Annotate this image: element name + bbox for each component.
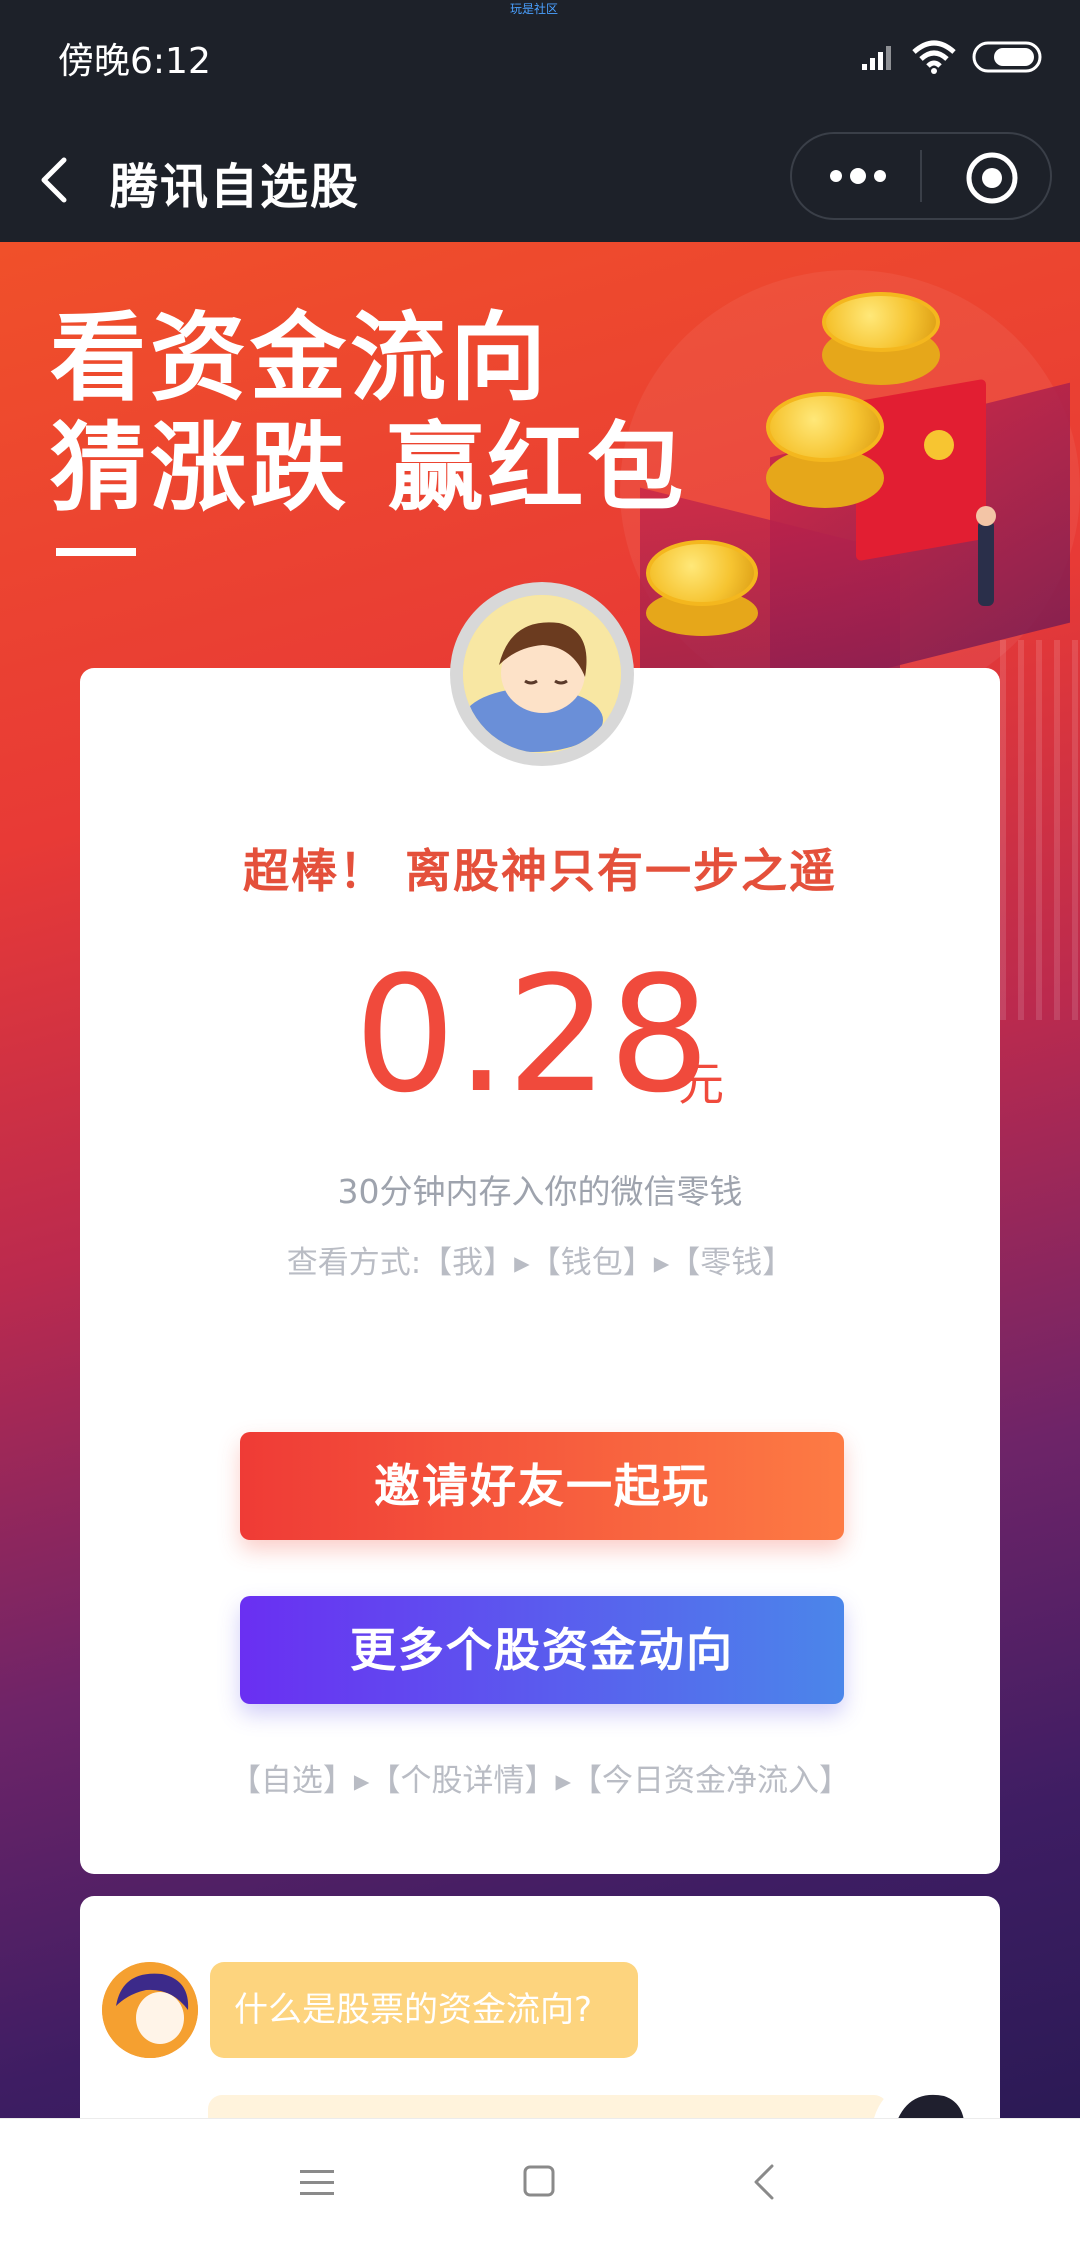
- chat-avatar: [102, 1962, 198, 2058]
- menu-icon[interactable]: [298, 2166, 338, 2200]
- more-icon[interactable]: [826, 160, 890, 192]
- home-icon[interactable]: [522, 2164, 558, 2200]
- coin-icon: [646, 540, 758, 606]
- hero-title-line1: 看资金流向: [50, 302, 550, 414]
- coin-icon: [822, 292, 940, 352]
- more-stock-flows-button[interactable]: 更多个股资金动向: [240, 1596, 844, 1704]
- illustration-stripes: [1000, 640, 1080, 1020]
- girl-avatar-icon: [102, 1962, 198, 2058]
- deposit-note: 30分钟内存入你的微信零钱: [337, 1172, 743, 1211]
- back-icon[interactable]: [30, 130, 90, 230]
- coin-icon: [766, 392, 884, 462]
- invite-friends-button[interactable]: 邀请好友一起玩: [240, 1432, 844, 1540]
- reward-unit: 元: [678, 1057, 724, 1111]
- chat-question-bubble[interactable]: 什么是股票的资金流向?: [210, 1962, 638, 2058]
- envelope-seal: [924, 430, 954, 460]
- wifi-icon: [912, 40, 956, 74]
- hero-title-line2: 猜涨跌 赢红包: [50, 412, 688, 524]
- person-head: [976, 506, 996, 526]
- result-headline: 超棒！ 离股神只有一步之遥: [242, 844, 837, 898]
- sleeping-avatar-icon: [463, 595, 621, 753]
- status-time: 傍晚6:12: [58, 41, 211, 82]
- person-figure: [978, 520, 994, 606]
- battery-icon: [972, 41, 1042, 73]
- avatar: [463, 595, 621, 753]
- page-title: 腾讯自选股: [110, 159, 361, 215]
- reward-amount: 0.28: [354, 941, 711, 1128]
- status-top-label: 玩是社区: [510, 2, 559, 16]
- view-method-note: 查看方式:【我】▸【钱包】▸【零钱】: [286, 1245, 794, 1281]
- capsule-divider: [920, 150, 922, 202]
- close-target-icon[interactable]: [964, 150, 1020, 206]
- path-note: 【自选】▸【个股详情】▸【今日资金净流入】: [229, 1763, 851, 1799]
- hero-divider: [56, 548, 136, 556]
- back-nav-icon[interactable]: [750, 2162, 780, 2202]
- signal-icon: [862, 46, 891, 70]
